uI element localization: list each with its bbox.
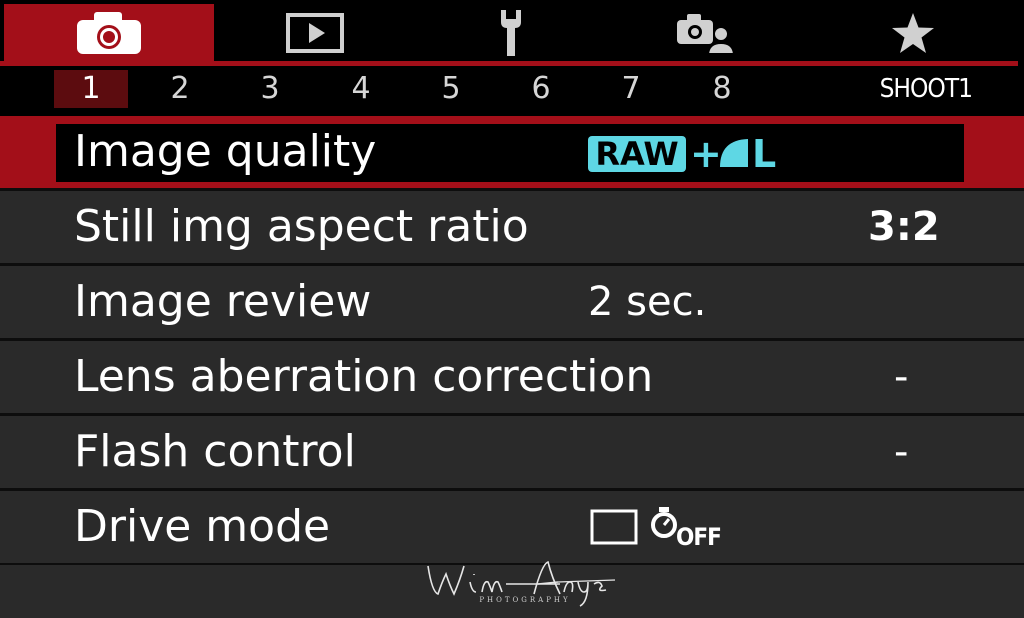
page-number-8[interactable]: 8 xyxy=(702,70,742,108)
wrench-icon xyxy=(501,10,521,56)
menu-item-label: Flash control xyxy=(74,426,356,477)
fine-quality-icon xyxy=(720,139,748,167)
raw-label: RAW xyxy=(595,135,679,173)
menu-item-label: Still img aspect ratio xyxy=(74,201,529,252)
tab-playback[interactable] xyxy=(210,4,420,62)
custom-functions-icon xyxy=(677,14,735,55)
menu-item-image-quality[interactable]: Image quality RAW + L xyxy=(0,116,1024,191)
play-icon xyxy=(286,13,344,53)
page-number-2[interactable]: 2 xyxy=(160,70,200,108)
menu-item-label: Image quality xyxy=(74,126,377,177)
page-number-1[interactable]: 1 xyxy=(54,70,128,108)
tab-my-menu[interactable] xyxy=(808,4,1018,62)
menu-item-value: - xyxy=(894,429,909,475)
raw-badge: RAW xyxy=(588,136,686,172)
page-number-5[interactable]: 5 xyxy=(431,70,471,108)
menu-item-flash-control[interactable]: Flash control - xyxy=(0,416,1024,491)
menu-item-value: 3:2 xyxy=(868,204,940,250)
jpeg-size-label: L xyxy=(752,132,777,176)
menu-item-image-review[interactable]: Image review 2 sec. xyxy=(0,266,1024,341)
menu-tab-bar xyxy=(0,0,1024,66)
page-number-7[interactable]: 7 xyxy=(611,70,651,108)
tab-shooting[interactable] xyxy=(4,4,214,62)
menu-item-aspect-ratio[interactable]: Still img aspect ratio 3:2 xyxy=(0,191,1024,266)
menu-item-label: Drive mode xyxy=(74,501,331,552)
menu-item-lens-correction[interactable]: Lens aberration correction - xyxy=(0,341,1024,416)
page-name: SHOOT1 xyxy=(879,74,973,104)
single-shot-icon xyxy=(590,509,638,545)
tab-setup[interactable] xyxy=(406,4,616,62)
star-icon xyxy=(892,13,934,53)
tab-custom-functions[interactable] xyxy=(600,4,810,62)
page-number-6[interactable]: 6 xyxy=(521,70,561,108)
camera-menu-screen: 1 2 3 4 5 6 7 8 SHOOT1 Image quality RAW… xyxy=(0,0,1024,618)
camera-icon xyxy=(77,12,141,54)
page-number-4[interactable]: 4 xyxy=(341,70,381,108)
menu-list: Image quality RAW + L Still img aspect r… xyxy=(0,116,1024,618)
menu-item-label: Image review xyxy=(74,276,372,327)
page-number-3[interactable]: 3 xyxy=(250,70,290,108)
menu-item-label: Lens aberration correction xyxy=(74,351,654,402)
self-timer-off-label: OFF xyxy=(676,523,722,551)
menu-item-value: 2 sec. xyxy=(588,279,707,325)
menu-item-value: - xyxy=(894,354,909,400)
page-indicator-row: 1 2 3 4 5 6 7 8 SHOOT1 xyxy=(0,66,1024,112)
watermark-subtitle: PHOTOGRAPHY xyxy=(479,596,571,604)
